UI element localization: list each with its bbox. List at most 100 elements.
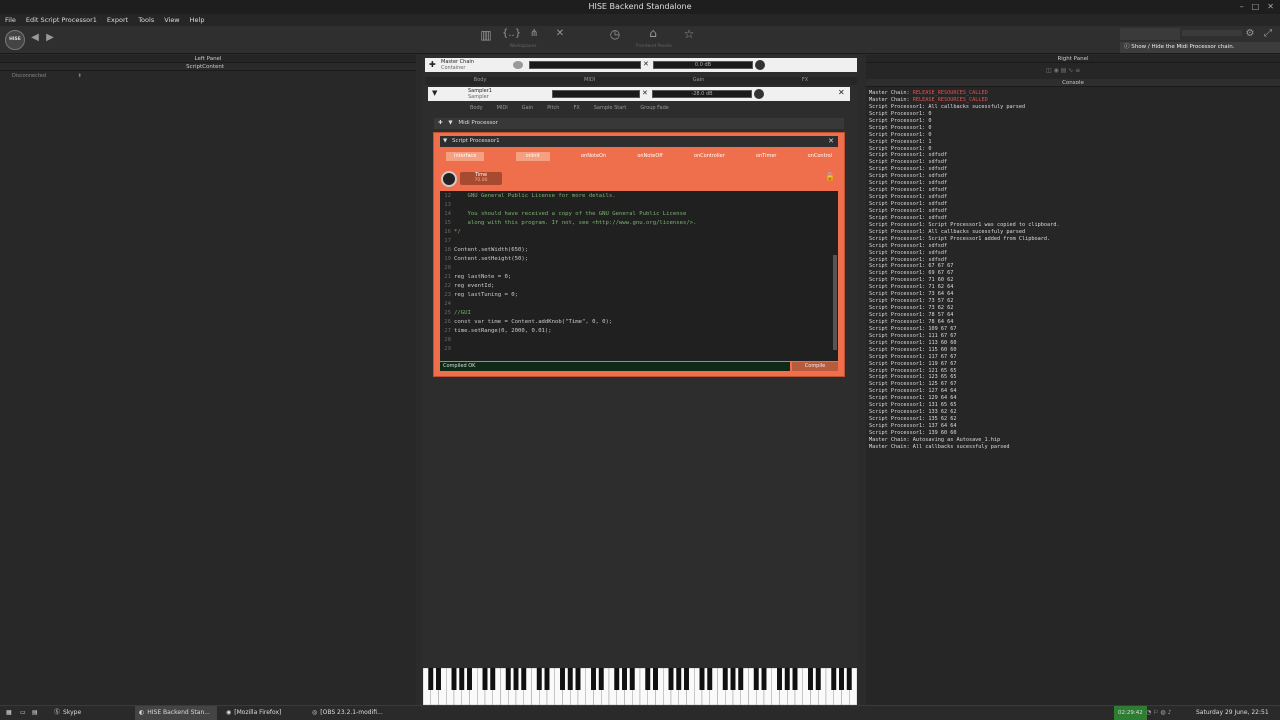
black-key[interactable] [622,668,627,690]
tab-oncontroller[interactable]: onController [694,152,725,161]
forward-icon[interactable]: ▶ [45,32,55,43]
black-key[interactable] [722,668,728,690]
sampler-tab-pitch[interactable]: Pitch [547,105,559,113]
master-tab-midi[interactable]: MIDI [584,77,595,85]
bypass-icon[interactable]: ✕ [643,60,649,68]
master-gain-slider[interactable]: 0.0 dB [653,61,753,69]
back-icon[interactable]: ◀ [30,32,40,43]
black-key[interactable] [815,668,821,690]
master-tab-fx[interactable]: FX [802,77,808,85]
piano-keyboard[interactable] [422,667,858,706]
volume-slider[interactable] [1182,30,1242,36]
sampler-close-icon[interactable]: ✕ [838,88,845,97]
script-close-icon[interactable]: ✕ [828,136,834,147]
code-line[interactable]: 12 GNU General Public License for more d… [440,192,838,201]
code-line[interactable]: 13 [440,201,838,210]
sampler-map-icon[interactable]: ▥ [478,28,494,42]
black-key[interactable] [521,668,527,690]
code-line[interactable]: 28 [440,336,838,345]
code-line[interactable]: 26 const var time = Content.addKnob("Time… [440,318,838,327]
sampler-tab-midi[interactable]: MIDI [497,105,508,113]
tab-onnoteoff[interactable]: onNoteOff [637,152,662,161]
maximize-icon[interactable]: □ [1252,0,1260,14]
dropdown-icon[interactable]: ⬍ [78,73,82,79]
code-line[interactable]: 25//GUI [440,309,838,318]
code-line[interactable]: 21 reg lastNote = 0; [440,273,838,282]
sampler-header[interactable]: ▼ Sampler1 Sampler ✕ -28.0 dB ✕ [428,87,850,101]
task-hise[interactable]: ◐ HISE Backend Stan... [135,706,217,720]
black-key[interactable] [629,668,635,690]
close-icon[interactable]: ✕ [1267,0,1274,14]
code-line[interactable]: 16 */ [440,228,838,237]
sampler-gain-slider[interactable]: -28.0 dB [652,90,752,98]
black-key[interactable] [846,668,852,690]
midi-collapse-icon[interactable]: ▼ [448,120,452,126]
code-line[interactable]: 24 [440,300,838,309]
black-key[interactable] [730,668,736,690]
script-icon[interactable]: {..} [502,28,521,39]
black-key[interactable] [707,668,713,690]
code-editor[interactable]: 12 GNU General Public License for more d… [440,191,838,361]
menu-edit[interactable]: Edit Script Processor1 [21,14,102,26]
compile-button[interactable]: Compile [792,362,838,371]
black-key[interactable] [591,668,596,690]
black-key[interactable] [668,668,674,690]
script-processor-header[interactable]: ▼ Script Processor1 ✕ [440,136,838,147]
add-icon[interactable]: ✚ [429,60,436,69]
black-key[interactable] [567,668,573,690]
black-key[interactable] [436,668,441,690]
sampler-tab-sample-start[interactable]: Sample Start [594,105,627,113]
midi-processor-bar[interactable]: ✚ ▼ Midi Processor [434,118,844,129]
sampler-tab-gain[interactable]: Gain [522,105,534,113]
task-firefox[interactable]: ◉ [Mozilla Firefox] [222,706,304,720]
black-key[interactable] [482,668,488,690]
master-chain-header[interactable]: ✚ Master Chain Container ✕ 0.0 dB [425,58,857,72]
code-line[interactable]: 27 time.setRange(0, 2000, 0.01); [440,327,838,336]
tab-onnoteon[interactable]: onNoteOn [581,152,606,161]
master-tab-body[interactable]: Body [474,77,487,85]
fullscreen-icon[interactable]: ⤢ [1262,28,1274,39]
code-line[interactable]: 29 [440,345,838,354]
star-icon[interactable]: ☆ [681,27,697,41]
code-line[interactable]: 17 [440,237,838,246]
connection-status[interactable]: Disconnected ⬍ [0,71,416,81]
black-key[interactable] [761,668,767,690]
tools-icon[interactable]: ✕ [552,28,568,39]
start-menu-icon[interactable]: ▦ [2,706,16,720]
settings-icon[interactable]: ⚙ [1245,28,1255,39]
menu-export[interactable]: Export [102,14,133,26]
black-key[interactable] [684,668,689,690]
code-line[interactable]: 18 Content.setWidth(650); [440,246,838,255]
clock[interactable]: Saturday 29 June, 22:51 [1192,706,1273,720]
tab-oncontrol[interactable]: onControl [808,152,832,161]
code-line[interactable]: 19 Content.setHeight(50); [440,255,838,264]
black-key[interactable] [544,668,550,690]
code-line[interactable]: 23 reg lastTuning = 0; [440,291,838,300]
code-line[interactable]: 15 along with this program. If not, see … [440,219,838,228]
tab-oninit[interactable]: onInit [515,152,550,161]
hise-logo[interactable]: HISE [5,30,25,50]
console-tools-icon[interactable]: ◫ ◉ ▤ ∿ ≡ [1046,67,1080,74]
sampler-tab-group-fade[interactable]: Group Fade [640,105,669,113]
black-key[interactable] [808,668,813,690]
time-knob[interactable] [441,171,457,187]
black-key[interactable] [839,668,844,690]
home-icon[interactable]: ⌂ [644,26,662,40]
black-key[interactable] [459,668,465,690]
keyboard-keys[interactable] [422,667,858,706]
tab-ontimer[interactable]: onTimer [756,152,777,161]
black-key[interactable] [505,668,511,690]
script-collapse-icon[interactable]: ▼ [443,138,447,144]
menu-file[interactable]: File [0,14,21,26]
menu-help[interactable]: Help [185,14,210,26]
black-key[interactable] [490,668,496,690]
sampler-bypass-icon[interactable]: ✕ [642,89,648,97]
files-icon[interactable]: ▤ [28,706,42,720]
black-key[interactable] [753,668,759,690]
minimize-icon[interactable]: – [1240,0,1244,14]
code-line[interactable]: 22 reg eventId; [440,282,838,291]
menu-tools[interactable]: Tools [133,14,159,26]
black-key[interactable] [676,668,682,690]
master-gain-knob[interactable] [755,60,765,70]
black-key[interactable] [614,668,620,690]
